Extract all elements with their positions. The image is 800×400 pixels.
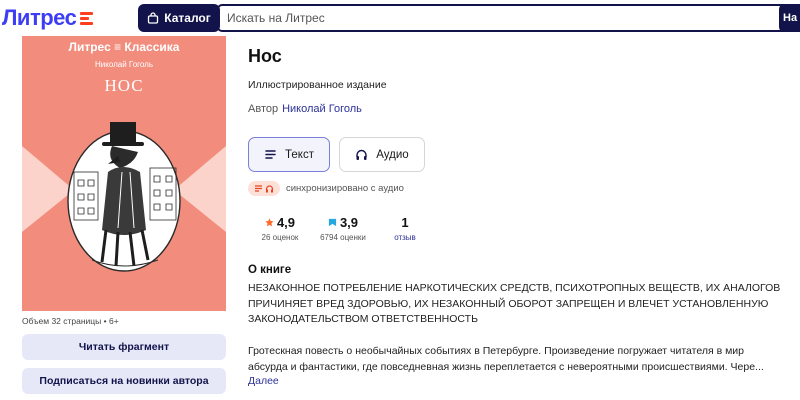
- catalog-label: Каталог: [164, 11, 211, 25]
- cover-author: Николай Гоголь: [94, 60, 153, 69]
- book-cover[interactable]: Литрес ≡ Классика Николай Гоголь НОС: [22, 36, 226, 311]
- format-text-button[interactable]: Текст: [248, 137, 330, 172]
- rating-litres-value: 4,9: [276, 214, 296, 230]
- read-fragment-button[interactable]: Читать фрагмент: [22, 334, 226, 360]
- reviews-stat[interactable]: 1 отзыв: [385, 214, 425, 243]
- book-description: Гротескная повесть о необычайных события…: [248, 344, 800, 375]
- legal-warning-line: ЗАКОНОДАТЕЛЬСТВОМ ОТВЕТСТВЕННОСТЬ: [248, 313, 478, 325]
- legal-warning: НЕЗАКОННОЕ ПОТРЕБЛЕНИЕ НАРКОТИЧЕСКИХ СРЕ…: [248, 281, 800, 328]
- rating-litres-count: 26 оценок: [261, 233, 299, 242]
- format-audio-label: Аудио: [376, 148, 409, 161]
- legal-warning-line: ПРИЧИНЯЕТ ВРЕД ЗДОРОВЬЮ, ИХ НЕЗАКОННЫЙ О…: [248, 297, 769, 310]
- book-meta: Объем 32 страницы • 6+: [22, 316, 119, 326]
- about-heading: О книге: [248, 264, 292, 276]
- rating-livelib-value-row: 3,9: [313, 214, 373, 230]
- text-lines-icon: [255, 184, 262, 192]
- cover-brand: Литрес ≡ Классика: [68, 40, 180, 54]
- rating-litres[interactable]: 4,9 26 оценок: [256, 214, 304, 243]
- read-more-link[interactable]: Далее: [248, 375, 279, 387]
- format-text-label: Текст: [285, 148, 314, 161]
- bag-icon: [148, 12, 159, 24]
- edition-label: Иллюстрированное издание: [248, 79, 387, 91]
- format-audio-button[interactable]: Аудио: [339, 137, 425, 172]
- author-label: Автор: [248, 103, 279, 115]
- legal-warning-line: НЕЗАКОННОЕ ПОТРЕБЛЕНИЕ НАРКОТИЧЕСКИХ СРЕ…: [248, 282, 781, 294]
- search-input[interactable]: [227, 11, 767, 25]
- rating-livelib[interactable]: 3,9 6794 оценки: [313, 214, 373, 243]
- description-line: абсурда и фантастики, где повседневная ж…: [248, 360, 764, 373]
- rating-livelib-count: 6794 оценки: [320, 233, 366, 242]
- headphones-icon: [265, 184, 274, 192]
- cover-illustration: [22, 122, 226, 272]
- top-header: Литрес Каталог На: [0, 0, 800, 36]
- catalog-button[interactable]: Каталог: [138, 4, 220, 32]
- reviews-link[interactable]: отзыв: [385, 233, 425, 242]
- sync-indicator: синхронизировано с аудио: [248, 180, 404, 196]
- book-title: Нос: [248, 46, 282, 66]
- description-line: Гротескная повесть о необычайных события…: [248, 345, 744, 357]
- subscribe-author-button[interactable]: Подписаться на новинки автора: [22, 368, 226, 394]
- headphones-icon: [356, 149, 367, 160]
- reviews-count: 1: [401, 214, 409, 230]
- bookmark-icon: [328, 218, 337, 226]
- rating-livelib-value: 3,9: [339, 214, 359, 230]
- cover-title: НОС: [104, 76, 144, 95]
- author-link[interactable]: Николай Гоголь: [282, 103, 362, 115]
- author-line: Автор Николай Гоголь: [248, 103, 362, 115]
- star-icon: [265, 217, 274, 226]
- sync-text: синхронизировано с аудио: [286, 182, 404, 194]
- logo-text: Литрес: [2, 5, 77, 30]
- sync-badge: [248, 180, 280, 196]
- search-button[interactable]: На: [779, 4, 800, 32]
- rating-litres-value-row: 4,9: [256, 214, 304, 230]
- logo-bars-icon: [80, 11, 94, 25]
- litres-logo[interactable]: Литрес: [2, 5, 94, 31]
- text-lines-icon: [265, 150, 276, 159]
- search-box: [217, 4, 800, 32]
